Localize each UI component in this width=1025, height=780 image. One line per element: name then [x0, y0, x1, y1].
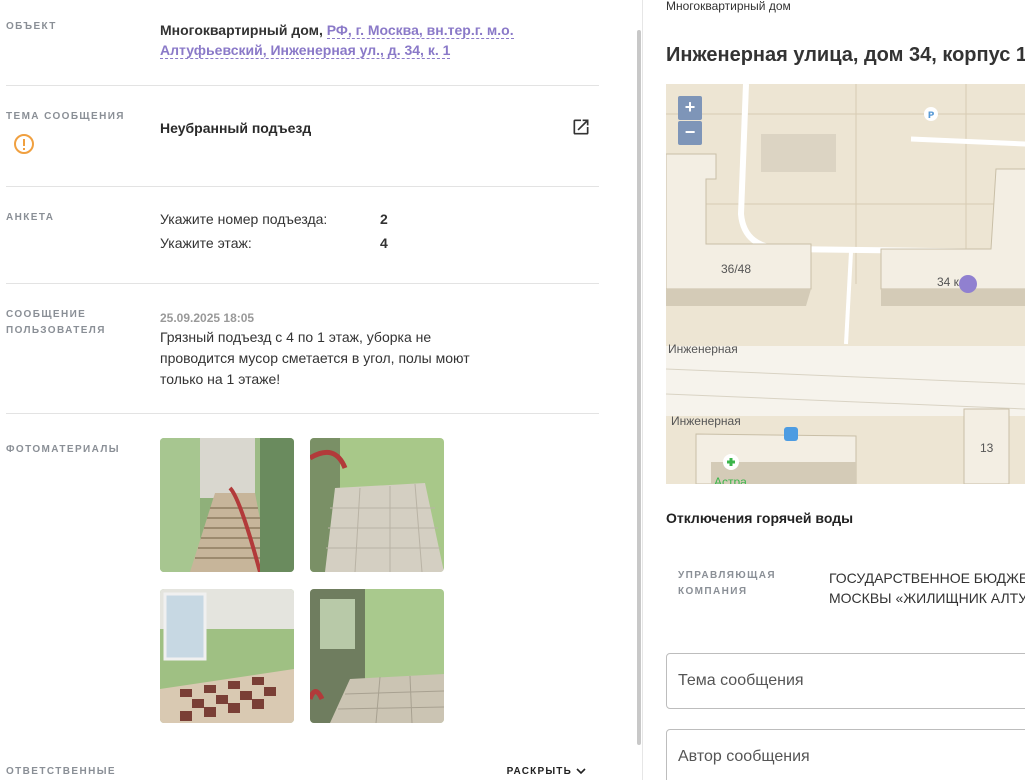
message-date: 25.09.2025 18:05 — [160, 311, 255, 325]
photos-label: ФОТОМАТЕРИАЛЫ — [6, 444, 120, 455]
survey-question: Укажите номер подъезда: — [160, 211, 328, 227]
zoom-out-button[interactable]: − — [678, 121, 702, 145]
survey-item: Укажите номер подъезда: 2 — [160, 207, 388, 231]
topic-label: ТЕМА СООБЩЕНИЯ — [6, 111, 125, 122]
photo-thumbnail[interactable] — [160, 438, 294, 572]
map-label-building: 34 к — [937, 275, 959, 289]
map-label-street: Инженерная — [671, 414, 741, 428]
map-label-poi: Астра — [714, 475, 747, 484]
topic-value: Неубранный подъезд — [160, 120, 312, 136]
request-details-panel: ОБЪЕКТ Многоквартирный дом, РФ, г. Москв… — [0, 0, 600, 780]
message-text: Грязный подъезд с 4 по 1 этаж, уборка не… — [160, 329, 470, 387]
message-label: СООБЩЕНИЕ ПОЛЬЗОВАТЕЛЯ — [6, 309, 106, 336]
map-label-building: 13 — [980, 441, 994, 455]
topic-row: ТЕМА СООБЩЕНИЯ Неубранный подъезд — [6, 86, 599, 187]
open-external-icon[interactable] — [571, 117, 591, 137]
survey-answers: Укажите номер подъезда: 2 Укажите этаж: … — [160, 207, 388, 255]
object-type: Многоквартирный дом, — [160, 22, 323, 38]
object-value: Многоквартирный дом, РФ, г. Москва, вн.т… — [160, 20, 600, 60]
management-value: ГОСУДАРСТВЕННОЕ БЮДЖЕТН МОСКВЫ «ЖИЛИЩНИК… — [829, 568, 1025, 608]
survey-row: АНКЕТА Укажите номер подъезда: 2 Укажите… — [6, 187, 599, 284]
building-panel: Многоквартирный дом Инженерная улица, до… — [643, 0, 1025, 780]
author-field[interactable]: Автор сообщения — [666, 729, 1025, 780]
chevron-down-icon — [576, 768, 586, 775]
survey-label: АНКЕТА — [6, 212, 55, 223]
management-line: ГОСУДАРСТВЕННОЕ БЮДЖЕТН — [829, 570, 1025, 586]
object-row: ОБЪЕКТ Многоквартирный дом, РФ, г. Москв… — [6, 0, 599, 86]
map-label-street: Инженерная — [668, 342, 738, 356]
survey-answer: 2 — [380, 211, 388, 227]
zoom-in-button[interactable]: + — [678, 96, 702, 120]
survey-answer: 4 — [380, 235, 388, 251]
warning-circle-icon — [14, 134, 34, 154]
building-type: Многоквартирный дом — [666, 0, 791, 13]
svg-text:P: P — [928, 111, 935, 121]
expand-button[interactable]: РАСКРЫТЬ — [507, 766, 586, 777]
map-label-building: 36/48 — [721, 262, 752, 276]
survey-item: Укажите этаж: 4 — [160, 231, 388, 255]
building-title: Инженерная улица, дом 34, корпус 1 — [666, 44, 1025, 66]
map[interactable]: P + − 36/48 34 к Инженерная Инженерная 1… — [666, 84, 1025, 484]
survey-question: Укажите этаж: — [160, 235, 252, 251]
message-row: СООБЩЕНИЕ ПОЛЬЗОВАТЕЛЯ 25.09.2025 18:05 … — [6, 284, 599, 414]
management-label: УПРАВЛЯЮЩАЯ КОМПАНИЯ — [678, 570, 776, 597]
management-line: МОСКВЫ «ЖИЛИЩНИК АЛТУФ — [829, 590, 1025, 606]
responsible-label: ОТВЕТСТВЕННЫЕ — [6, 766, 116, 777]
message-content: 25.09.2025 18:05 Грязный подъезд с 4 по … — [160, 309, 480, 390]
hot-water-section: Отключения горячей воды — [666, 510, 854, 526]
photo-thumbnail[interactable] — [160, 589, 294, 723]
left-scrollbar[interactable] — [637, 30, 641, 745]
expand-label: РАСКРЫТЬ — [506, 766, 573, 777]
photos-row: ФОТОМАТЕРИАЛЫ — [6, 414, 599, 754]
photo-thumbnail[interactable] — [310, 589, 444, 723]
photo-thumbnail[interactable] — [310, 438, 444, 572]
topic-field[interactable]: Тема сообщения — [666, 653, 1025, 709]
object-label: ОБЪЕКТ — [6, 21, 57, 32]
